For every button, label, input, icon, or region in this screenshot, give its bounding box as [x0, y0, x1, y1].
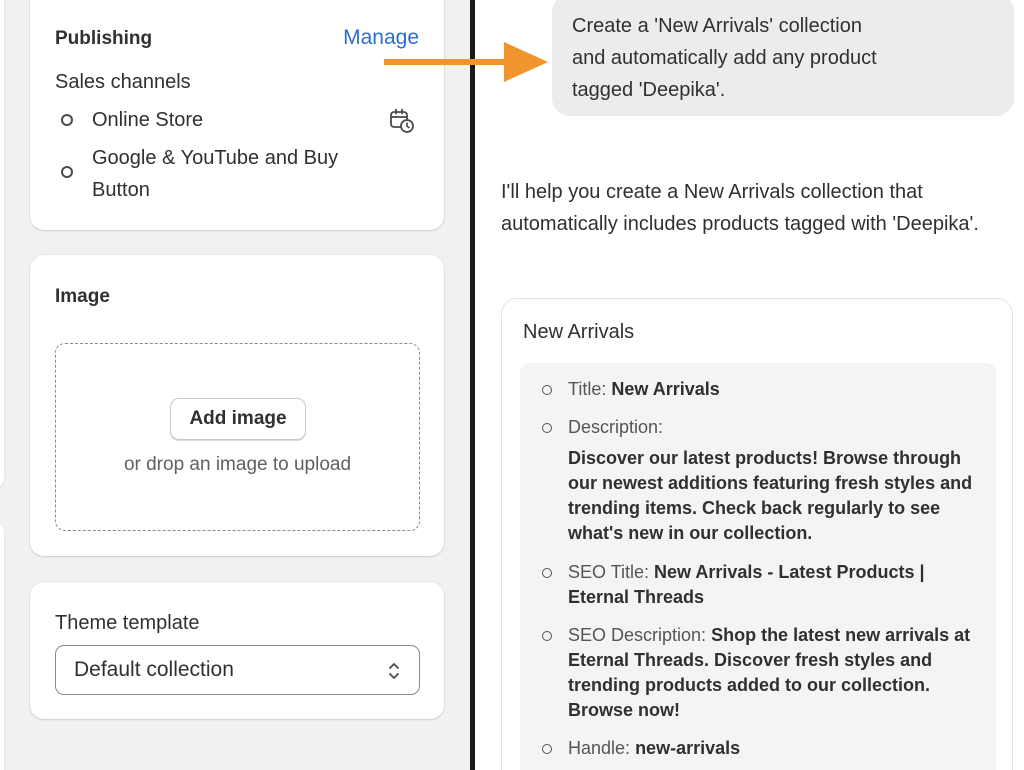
sales-channels-label: Sales channels: [55, 71, 191, 93]
bullet-icon: [542, 385, 552, 395]
detail-value: New Arrivals: [611, 379, 720, 399]
detail-label: Description:: [568, 417, 664, 437]
detail-title: Title: New Arrivals: [542, 377, 982, 402]
bullet-icon: [542, 744, 552, 754]
channel-status-dot-icon: [61, 114, 73, 126]
detail-description: Description: Discover our latest product…: [542, 415, 982, 546]
publishing-card: Publishing Manage Sales channels Online …: [30, 0, 444, 230]
detail-handle: Handle: new-arrivals: [542, 736, 982, 761]
schedule-calendar-icon[interactable]: [388, 107, 416, 135]
assistant-message-text: I'll help you create a New Arrivals coll…: [501, 181, 979, 235]
detail-value: new-arrivals: [635, 738, 741, 758]
theme-template-select[interactable]: Default collection: [55, 645, 420, 695]
collection-result-title: New Arrivals: [523, 321, 635, 343]
detail-label: SEO Description:: [568, 625, 707, 645]
add-image-button[interactable]: Add image: [170, 398, 306, 440]
drop-hint-text: or drop an image to upload: [123, 454, 352, 475]
bullet-icon: [542, 568, 552, 578]
theme-template-label: Theme template: [55, 612, 200, 634]
bullet-icon: [542, 631, 552, 641]
collection-result-card: New Arrivals Title: New Arrivals Descrip…: [501, 298, 1013, 770]
detail-label: Title:: [568, 379, 607, 399]
chat-panel: Create a 'New Arrivals' collection and a…: [475, 0, 1024, 770]
publishing-heading: Publishing: [55, 28, 153, 49]
select-chevrons-icon: [389, 663, 399, 679]
theme-template-card: Theme template Default collection: [30, 582, 444, 719]
channel-google-youtube: Google & YouTube and Buy: [92, 147, 339, 169]
detail-value: Discover our latest products! Browse thr…: [568, 448, 973, 543]
channel-status-dot-icon: [61, 166, 73, 178]
adjacent-card-edge: [0, 522, 4, 770]
image-heading: Image: [55, 286, 110, 307]
theme-template-value: Default collection: [74, 658, 234, 681]
adjacent-card-edge: [0, 0, 4, 488]
annotation-arrow-icon: [384, 42, 548, 82]
admin-panel: Publishing Manage Sales channels Online …: [0, 0, 470, 770]
collection-details: Title: New Arrivals Description: Discove…: [520, 363, 996, 770]
bullet-icon: [542, 423, 552, 433]
detail-label: SEO Title:: [568, 562, 650, 582]
detail-label: Handle:: [568, 738, 631, 758]
channel-online-store: Online Store: [92, 109, 204, 131]
user-message-bubble: Create a 'New Arrivals' collection and a…: [552, 0, 1014, 116]
user-message-text: Create a 'New Arrivals' collection and a…: [572, 15, 877, 101]
detail-seo-title: SEO Title: New Arrivals - Latest Product…: [542, 560, 982, 610]
channel-google-youtube-cont: Button: [92, 179, 150, 201]
detail-seo-description: SEO Description: Shop the latest new arr…: [542, 623, 982, 723]
image-card: Image Add image or drop an image to uplo…: [30, 255, 444, 556]
image-drop-zone[interactable]: Add image or drop an image to upload: [55, 343, 420, 531]
